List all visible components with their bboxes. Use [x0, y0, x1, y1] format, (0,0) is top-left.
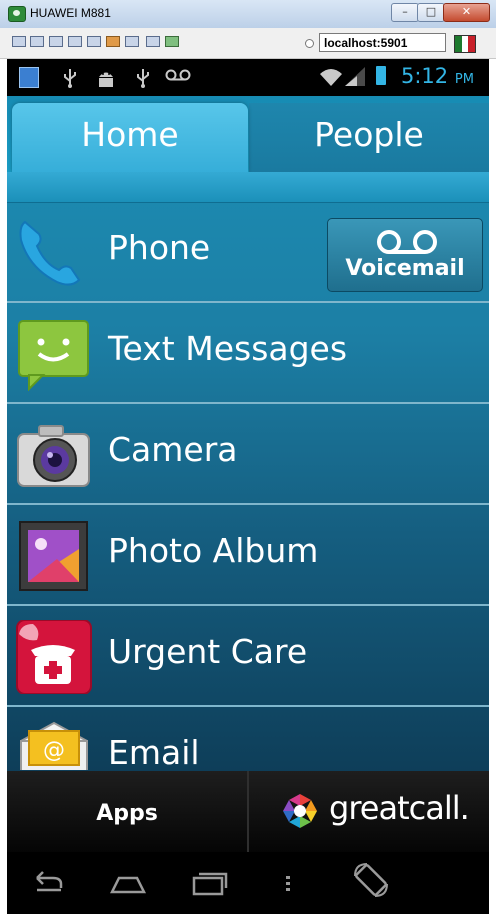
toolbar-zoom-icon[interactable]	[165, 36, 179, 47]
maximize-button[interactable]: □	[417, 3, 445, 22]
vnc-app-icon	[8, 6, 26, 22]
voicemail-label: Voicemail	[345, 256, 465, 281]
phone-screen: 5:12 PM People Home Phone Voicemail Text…	[7, 59, 489, 914]
clock-time: 5:12	[401, 64, 449, 88]
email-envelope-icon: @	[20, 721, 88, 770]
rotate-icon[interactable]	[351, 860, 391, 900]
toolbar-ctrl-key-icon[interactable]	[106, 36, 120, 47]
list-item-email[interactable]: @ Email	[7, 707, 489, 770]
status-bar: 5:12 PM	[7, 59, 489, 96]
toolbar-ctrl-esc-icon[interactable]	[87, 36, 101, 47]
tab-home[interactable]: Home	[12, 103, 248, 172]
camera-icon	[17, 425, 90, 487]
usb-icon-2	[137, 69, 149, 88]
usb-icon	[64, 69, 76, 88]
greatcall-logo-icon	[283, 794, 317, 828]
apps-button[interactable]: Apps	[7, 771, 249, 852]
svg-text:@: @	[43, 738, 65, 763]
menu-icon[interactable]	[282, 866, 294, 898]
close-button[interactable]: ✕	[443, 3, 490, 22]
tab-underline	[7, 172, 489, 203]
status-clock: 5:12 PM	[401, 64, 474, 88]
urgent-care-telephone-icon	[16, 620, 92, 694]
minimize-button[interactable]: –	[391, 3, 419, 22]
list-item-text-messages[interactable]: Text Messages	[7, 303, 489, 404]
app-body: People Home Phone Voicemail Text Message…	[7, 96, 489, 771]
tab-people[interactable]: People	[249, 103, 489, 172]
window-title-bar: HUAWEI M881 – □ ✕	[0, 0, 496, 29]
voicemail-icon	[377, 230, 437, 254]
greatcall-button[interactable]: greatcall.	[249, 771, 489, 852]
home-icon[interactable]	[109, 866, 147, 898]
address-field[interactable]: localhost:5901	[319, 33, 446, 52]
list-item-label: Camera	[108, 430, 238, 469]
toolbar-alt-key-icon[interactable]	[125, 36, 139, 47]
toolbar-refresh-icon[interactable]	[49, 36, 63, 47]
home-list: Phone Voicemail Text Messages Camera Pho…	[7, 202, 489, 770]
list-item-label: Email	[108, 733, 200, 770]
notification-app-icon	[19, 67, 39, 88]
wifi-signal-icon	[320, 67, 365, 86]
recent-apps-icon[interactable]	[191, 866, 229, 898]
list-item-label: Phone	[108, 228, 211, 267]
window-title: HUAWEI M881	[30, 6, 111, 20]
back-icon[interactable]	[31, 866, 67, 898]
voicemail-notification-icon	[165, 69, 191, 81]
list-item-label: Urgent Care	[108, 632, 308, 671]
toolbar-radio-icon[interactable]	[305, 39, 314, 48]
toolbar-fullscreen-icon[interactable]	[146, 36, 160, 47]
bottom-bar: Apps greatcall.	[7, 771, 489, 852]
vnc-toolbar: localhost:5901	[0, 28, 496, 59]
list-item-urgent-care[interactable]: Urgent Care	[7, 606, 489, 707]
list-item-photo-album[interactable]: Photo Album	[7, 505, 489, 606]
photo-frame-icon	[19, 521, 88, 591]
toolbar-info-icon[interactable]	[30, 36, 44, 47]
phone-handset-icon	[19, 220, 81, 286]
battery-charging-icon	[376, 66, 386, 85]
list-item-camera[interactable]: Camera	[7, 404, 489, 505]
chat-bubble-smiley-icon	[18, 320, 89, 391]
android-debug-icon	[99, 72, 113, 87]
voicemail-button[interactable]: Voicemail	[327, 218, 483, 292]
clock-ampm: PM	[454, 72, 474, 87]
list-item-label: Text Messages	[108, 329, 348, 368]
android-navigation-bar	[7, 852, 489, 914]
tab-bar: People Home	[7, 96, 489, 203]
greatcall-brand-label: greatcall.	[329, 789, 470, 827]
toolbar-ctrl-alt-del-icon[interactable]	[68, 36, 82, 47]
list-item-phone[interactable]: Phone Voicemail	[7, 202, 489, 303]
list-item-label: Photo Album	[108, 531, 319, 570]
toolbar-flag-icon[interactable]	[454, 35, 476, 53]
toolbar-options-icon[interactable]	[12, 36, 26, 47]
